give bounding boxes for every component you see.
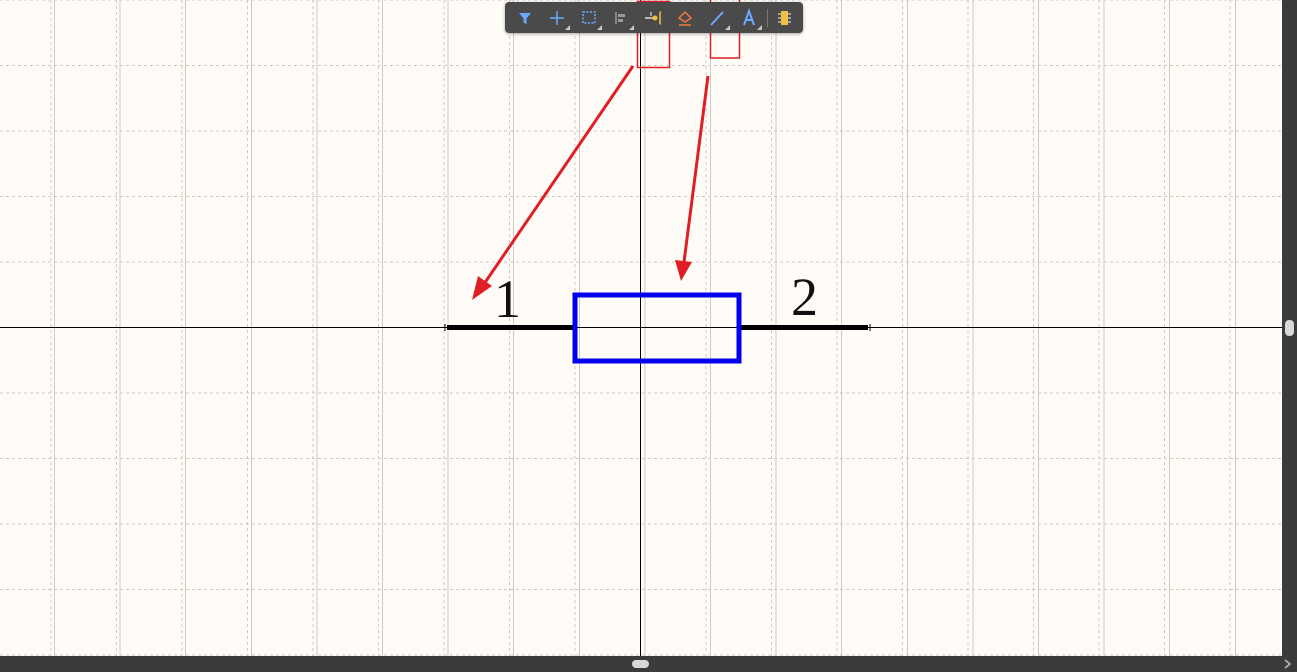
arrow-to-line	[675, 75, 710, 281]
pin-icon	[645, 11, 661, 25]
pin-number-1: 1	[494, 269, 521, 329]
place-polygon-button[interactable]	[671, 4, 699, 31]
place-text-button[interactable]	[735, 4, 763, 31]
horizontal-scrollbar[interactable]	[0, 656, 1297, 672]
horizontal-scroll-thumb[interactable]	[632, 660, 649, 668]
dropdown-indicator	[597, 25, 602, 30]
dropdown-indicator	[629, 25, 634, 30]
scroll-right-arrow-icon[interactable]	[1282, 659, 1292, 669]
dropdown-indicator	[757, 25, 762, 30]
align-button[interactable]	[607, 4, 635, 31]
dropdown-indicator	[725, 25, 730, 30]
move-button[interactable]	[543, 4, 571, 31]
grid	[0, 0, 1282, 656]
fill-shape-icon	[677, 10, 693, 26]
filter-button[interactable]	[511, 4, 539, 31]
vertical-scroll-thumb[interactable]	[1285, 320, 1294, 336]
component-button[interactable]	[770, 4, 798, 31]
vertical-scrollbar[interactable]	[1282, 0, 1297, 656]
place-pin-button[interactable]	[639, 4, 667, 31]
filter-icon	[519, 13, 531, 24]
dropdown-indicator	[565, 25, 570, 30]
active-bar-toolbar	[505, 2, 803, 33]
arrow-to-pin	[472, 65, 635, 300]
select-button[interactable]	[575, 4, 603, 31]
schematic-canvas[interactable]: 1 2	[0, 0, 1282, 656]
pin-number-2: 2	[791, 267, 818, 327]
component-icon	[778, 11, 791, 25]
place-line-button[interactable]	[703, 4, 731, 31]
toolbar-separator	[767, 9, 768, 27]
